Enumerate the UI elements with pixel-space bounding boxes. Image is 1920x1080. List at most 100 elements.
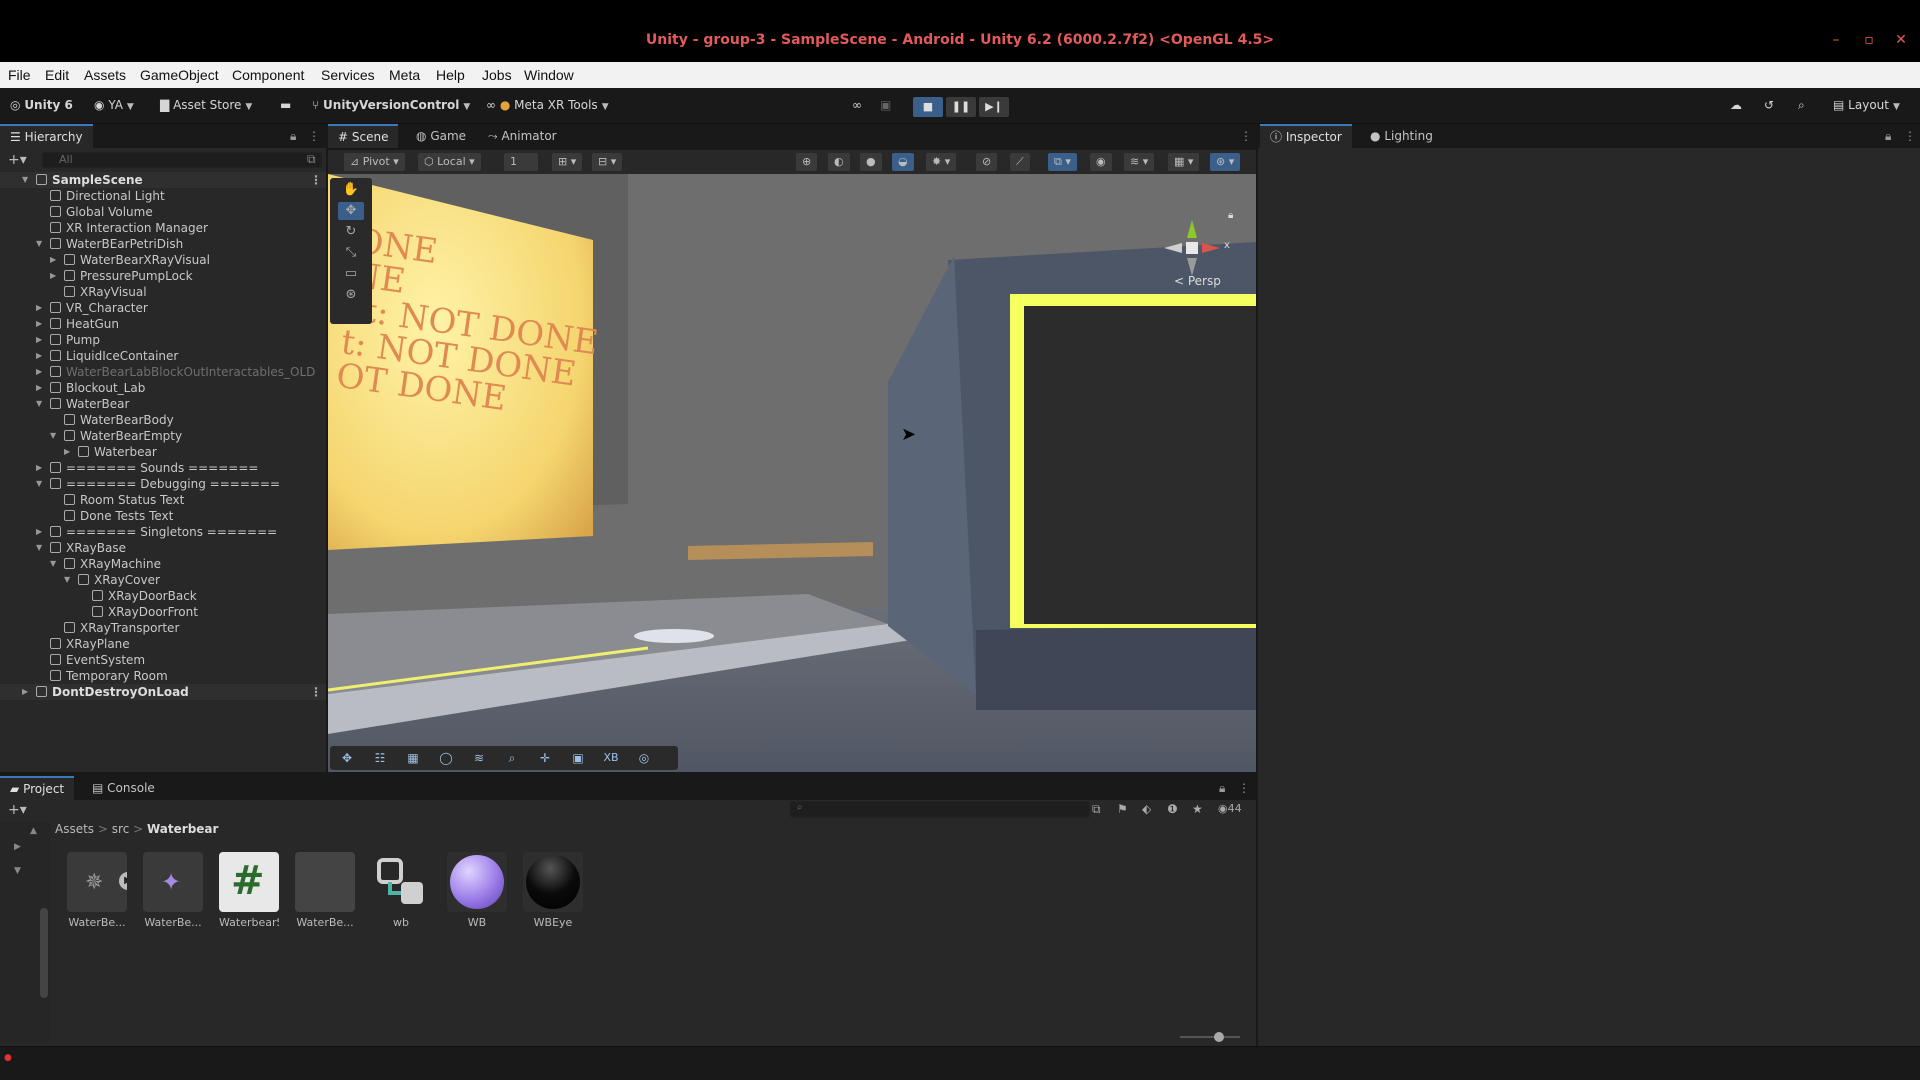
collapse-arrow-icon[interactable]: ▶: [36, 460, 42, 476]
target-icon[interactable]: ✛: [532, 749, 558, 767]
step-button[interactable]: ▶❙: [979, 97, 1009, 117]
breadcrumb-src[interactable]: src: [112, 822, 130, 836]
tab-project[interactable]: ▰ Project: [0, 776, 75, 800]
menu-component[interactable]: Component: [232, 67, 304, 83]
asset-tile[interactable]: ✵▶ WaterBe...: [67, 852, 127, 929]
transform-tool-icon[interactable]: ⊛: [338, 286, 364, 304]
audio-off-icon[interactable]: ⊘: [976, 153, 998, 171]
visibility-icon[interactable]: ◉: [1090, 153, 1112, 171]
xb-button[interactable]: XB: [598, 749, 624, 767]
minimize-button[interactable]: –: [1829, 33, 1843, 47]
move-tool-icon[interactable]: ✥: [338, 202, 364, 220]
tree-scrollbar[interactable]: [40, 908, 48, 998]
search-filter-icon[interactable]: ⧉: [307, 152, 316, 167]
meta-headset-icon[interactable]: ∞: [852, 98, 862, 112]
simulator-icon[interactable]: ▣: [880, 98, 891, 112]
expand-arrow-icon[interactable]: ▼: [36, 540, 42, 556]
hierarchy-row[interactable]: Global Volume: [0, 204, 326, 220]
play-button[interactable]: ■: [913, 97, 943, 117]
kebab-menu-icon[interactable]: ⋮: [1240, 129, 1252, 143]
shaded-sphere-icon[interactable]: ●: [860, 153, 882, 171]
tab-animator[interactable]: ⤳ Animator: [478, 124, 567, 148]
hierarchy-row[interactable]: XRayDoorFront: [0, 604, 326, 620]
unity-menu-button[interactable]: ◎ Unity 6: [10, 98, 73, 112]
grid-toggle-icon[interactable]: ⊞ ▾: [552, 153, 583, 171]
thumbnail-size-slider[interactable]: [1180, 1032, 1240, 1042]
expand-arrow-icon[interactable]: ▼: [36, 476, 42, 492]
asset-tile[interactable]: WBEye: [523, 852, 583, 929]
shaded-globe-icon[interactable]: ◐: [828, 153, 850, 171]
hierarchy-search-input[interactable]: All: [42, 152, 322, 168]
kebab-menu-icon[interactable]: ⋮: [310, 684, 322, 700]
package-icon[interactable]: ▬: [280, 98, 291, 112]
tag-icon[interactable]: ⬖: [1142, 802, 1151, 816]
tab-hierarchy[interactable]: ☰ Hierarchy: [0, 124, 93, 148]
pivot-dropdown[interactable]: ⊿ Pivot ▾: [344, 153, 405, 171]
add-object-button[interactable]: +▾: [8, 152, 27, 168]
device-icon[interactable]: ▣: [565, 749, 591, 767]
menu-assets[interactable]: Assets: [84, 67, 126, 83]
hierarchy-row[interactable]: ▶ ======= Sounds =======: [0, 460, 326, 476]
asset-tile[interactable]: # WaterbearS...: [219, 852, 279, 929]
effects-icon[interactable]: ⟋: [1010, 153, 1030, 171]
hierarchy-row[interactable]: XRayPlane: [0, 636, 326, 652]
local-dropdown[interactable]: ⬡ Local ▾: [418, 153, 481, 171]
hierarchy-row[interactable]: ▼ WaterBearEmpty: [0, 428, 326, 444]
hierarchy-scene-row[interactable]: ▶ DontDestroyOnLoad ⋮: [0, 684, 326, 700]
version-control-dropdown[interactable]: ⑂ UnityVersionControl ▼: [312, 98, 470, 112]
tab-scene[interactable]: # Scene: [328, 124, 399, 148]
expand-arrow-icon[interactable]: ▼: [22, 172, 28, 188]
camera-icon[interactable]: ▦ ▾: [1168, 153, 1200, 171]
menu-gameobject[interactable]: GameObject: [140, 67, 219, 83]
close-button[interactable]: ✕: [1894, 33, 1908, 47]
hierarchy-row[interactable]: Temporary Room: [0, 668, 326, 684]
tree-arrow-icon[interactable]: ▶: [14, 842, 21, 852]
hierarchy-row[interactable]: ▶ ======= Singletons =======: [0, 524, 326, 540]
collapse-arrow-icon[interactable]: ▶: [36, 300, 42, 316]
collapse-arrow-icon[interactable]: ▶: [36, 316, 42, 332]
circle-icon[interactable]: ◯: [433, 749, 459, 767]
expand-arrow-icon[interactable]: ▼: [36, 236, 42, 252]
search-icon[interactable]: ⌕: [1798, 98, 1805, 113]
layout-dropdown[interactable]: ▤ Layout ▼: [1833, 98, 1900, 112]
project-search-input[interactable]: ⌕: [790, 801, 1090, 818]
sliders-icon[interactable]: ☷: [367, 749, 393, 767]
hierarchy-row[interactable]: ▶ WaterBearXRayVisual: [0, 252, 326, 268]
collapse-arrow-icon[interactable]: ▶: [64, 444, 70, 460]
hierarchy-row[interactable]: EventSystem: [0, 652, 326, 668]
hierarchy-row[interactable]: ▶ HeatGun: [0, 316, 326, 332]
slider-handle[interactable]: [1214, 1032, 1224, 1042]
rect-tool-icon[interactable]: ▭: [338, 265, 364, 283]
hierarchy-row[interactable]: XR Interaction Manager: [0, 220, 326, 236]
lock-icon[interactable]: 🔒︎: [1885, 129, 1891, 144]
create-asset-button[interactable]: +▾: [8, 802, 27, 818]
menu-meta[interactable]: Meta: [389, 67, 420, 83]
hierarchy-row[interactable]: ▼ ======= Debugging =======: [0, 476, 326, 492]
menu-window[interactable]: Window: [524, 67, 574, 83]
asset-store-dropdown[interactable]: ▇ Asset Store ▼: [160, 98, 252, 112]
gizmos-icon[interactable]: ⊛ ▾: [1210, 153, 1241, 171]
tree-arrow-icon[interactable]: ▼: [14, 866, 21, 876]
tree-toggle-icon[interactable]: ▲: [30, 826, 37, 836]
search-icon[interactable]: ⌕: [499, 749, 525, 767]
snap-toggle-icon[interactable]: ⊟ ▾: [592, 153, 623, 171]
hierarchy-row[interactable]: ▼ XRayBase: [0, 540, 326, 556]
hierarchy-row[interactable]: XRayDoorBack: [0, 588, 326, 604]
expand-arrow-icon[interactable]: ▼: [50, 556, 56, 572]
hierarchy-row[interactable]: ▼ XRayCover: [0, 572, 326, 588]
hierarchy-scene-row[interactable]: ▼ SampleScene ⋮: [0, 172, 326, 188]
hierarchy-row[interactable]: XRayVisual: [0, 284, 326, 300]
hierarchy-row[interactable]: ▶ LiquidIceContainer: [0, 348, 326, 364]
account-dropdown[interactable]: ◉ YA ▼: [94, 98, 134, 112]
expand-arrow-icon[interactable]: ▼: [64, 572, 70, 588]
tab-console[interactable]: ▤ Console: [82, 776, 165, 800]
hierarchy-row[interactable]: WaterBearBody: [0, 412, 326, 428]
hierarchy-row[interactable]: Done Tests Text: [0, 508, 326, 524]
breadcrumb-waterbear[interactable]: Waterbear: [147, 822, 218, 836]
collapse-arrow-icon[interactable]: ▶: [50, 252, 56, 268]
stack-icon[interactable]: ≋ ▾: [1124, 153, 1155, 171]
render-mode-icon[interactable]: ◒: [892, 153, 914, 171]
asset-tile[interactable]: wb: [371, 852, 431, 929]
scene-viewport[interactable]: ONE NE st: NOT DONE t: NOT DONE OT DONE …: [328, 174, 1256, 772]
menu-help[interactable]: Help: [436, 67, 465, 83]
